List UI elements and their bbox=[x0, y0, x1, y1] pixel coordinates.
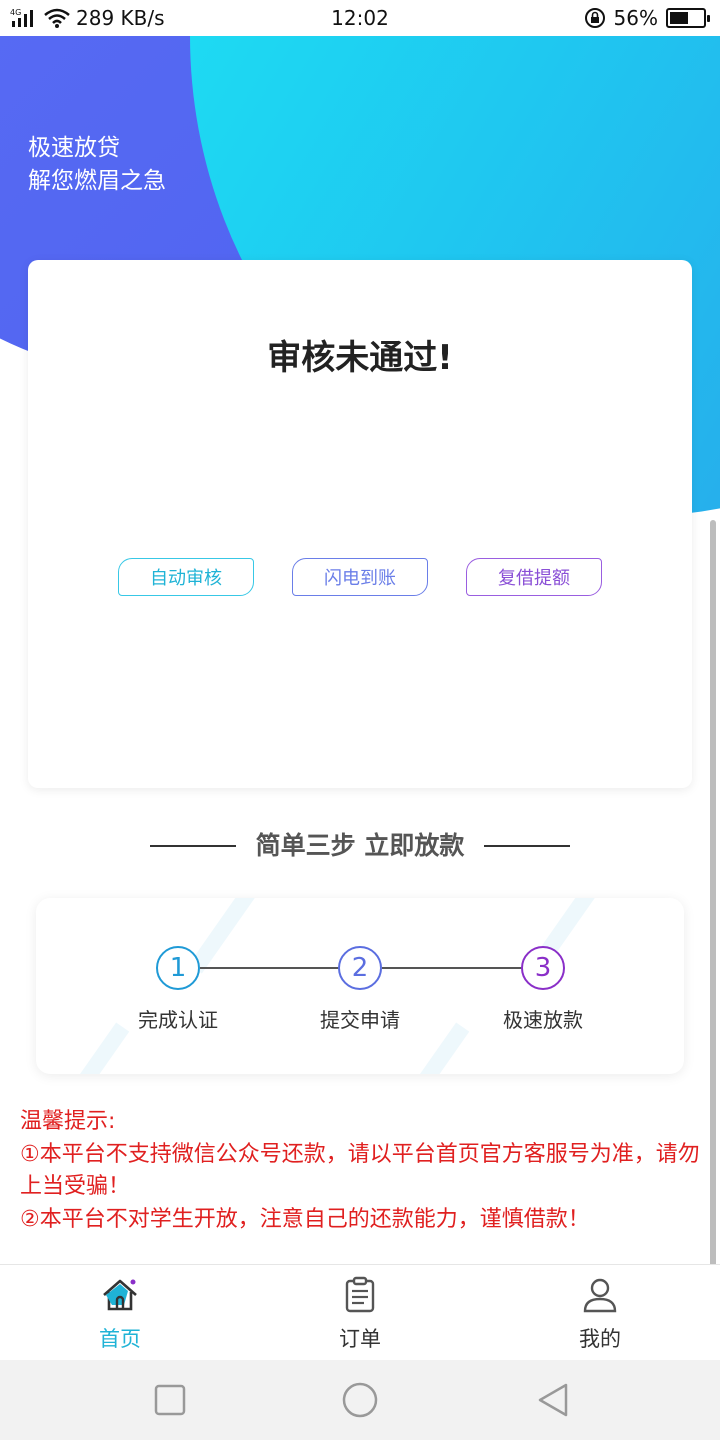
rotation-lock-icon bbox=[584, 8, 605, 28]
slogan-line-2: 解您燃眉之急 bbox=[28, 168, 166, 194]
step-2-number: 2 bbox=[338, 946, 382, 990]
system-nav-bar bbox=[0, 1360, 720, 1440]
section-line-right bbox=[484, 845, 570, 847]
warm-tips: 温馨提示: ①本平台不支持微信公众号还款，请以平台首页官方客服号为准，请勿上当受… bbox=[20, 1106, 700, 1237]
section-title: 简单三步 立即放款 bbox=[255, 831, 465, 860]
battery-icon bbox=[666, 8, 710, 28]
warm-tip-2: ②本平台不对学生开放，注意自己的还款能力，谨慎借款！ bbox=[20, 1207, 590, 1232]
review-status-card: 审核未通过! 自动审核 闪电到账 复借提额 bbox=[28, 260, 692, 788]
battery-percent: 56% bbox=[613, 6, 658, 30]
step-3: 3 极速放款 bbox=[468, 946, 618, 1033]
back-icon[interactable] bbox=[534, 1382, 570, 1418]
slogan-line-1: 极速放贷 bbox=[28, 135, 120, 161]
order-icon bbox=[345, 1276, 375, 1313]
step-1: 1 完成认证 bbox=[103, 946, 253, 1033]
tag-reborrow-increase: 复借提额 bbox=[466, 558, 602, 596]
home-circle-icon[interactable] bbox=[342, 1382, 378, 1418]
warm-tips-heading: 温馨提示: bbox=[20, 1109, 116, 1134]
step-1-label: 完成认证 bbox=[138, 1008, 218, 1032]
scrollbar[interactable] bbox=[710, 520, 716, 1325]
status-bar: 4G 289 KB/s 12:02 56% bbox=[0, 0, 720, 36]
step-3-number: 3 bbox=[521, 946, 565, 990]
tab-home[interactable]: 首页 bbox=[60, 1275, 180, 1353]
warm-tip-1: ①本平台不支持微信公众号还款，请以平台首页官方客服号为准，请勿上当受骗！ bbox=[20, 1142, 700, 1199]
tab-orders[interactable]: 订单 bbox=[300, 1275, 420, 1353]
user-icon bbox=[583, 1278, 617, 1313]
step-2-label: 提交申请 bbox=[320, 1008, 400, 1032]
step-1-number: 1 bbox=[156, 946, 200, 990]
tab-orders-label: 订单 bbox=[339, 1327, 381, 1351]
step-3-label: 极速放款 bbox=[503, 1008, 583, 1032]
tab-home-label: 首页 bbox=[99, 1327, 141, 1351]
review-status-title: 审核未通过! bbox=[267, 338, 453, 378]
tab-mine[interactable]: 我的 bbox=[540, 1275, 660, 1353]
step-2: 2 提交申请 bbox=[285, 946, 435, 1033]
recent-apps-icon[interactable] bbox=[152, 1382, 188, 1418]
bottom-tab-bar: 首页 订单 我的 bbox=[0, 1264, 720, 1360]
status-right: 56% bbox=[584, 6, 710, 30]
tab-mine-label: 我的 bbox=[579, 1327, 621, 1351]
tag-auto-review: 自动审核 bbox=[118, 558, 254, 596]
feature-tags: 自动审核 闪电到账 复借提额 bbox=[118, 558, 602, 596]
battery-level bbox=[670, 12, 688, 24]
home-icon bbox=[103, 1279, 137, 1311]
hero-slogan: 极速放贷 解您燃眉之急 bbox=[28, 132, 166, 198]
steps-card: 1 完成认证 2 提交申请 3 极速放款 bbox=[36, 898, 684, 1074]
tag-fast-arrival: 闪电到账 bbox=[292, 558, 428, 596]
